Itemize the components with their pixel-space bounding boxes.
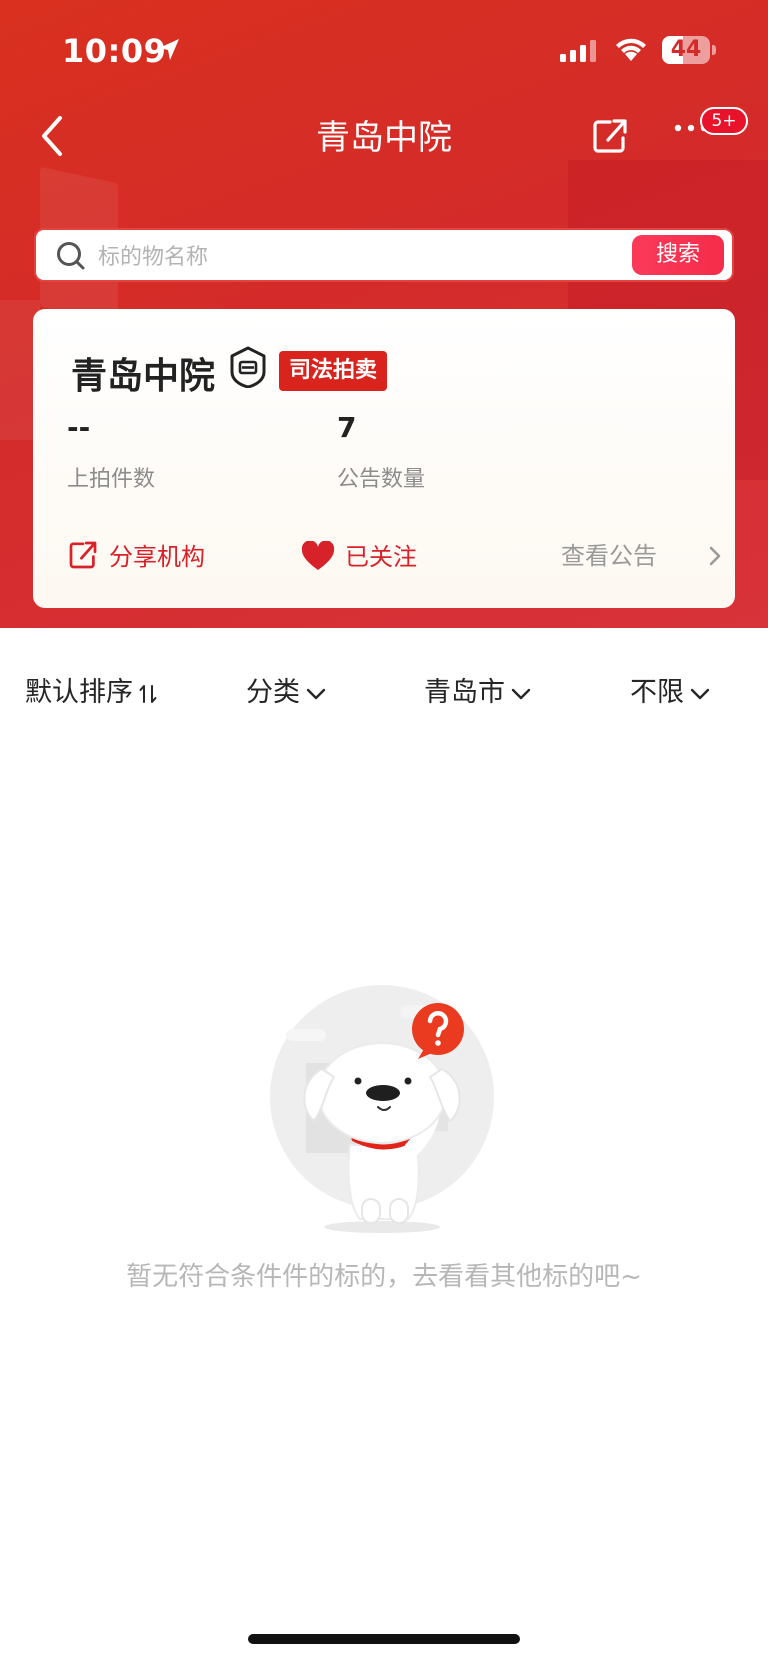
city-filter-label: 青岛市 <box>424 677 505 708</box>
judicial-auction-tag: 司法拍卖 <box>279 351 388 391</box>
organization-name: 青岛中院 <box>71 356 216 397</box>
sort-arrows-icon <box>139 684 157 703</box>
battery-indicator: 44 <box>662 36 716 64</box>
organization-card: 青岛中院 司法拍卖 -- 上拍件数 7 公告数量 分享机构 已关注 查看公告 <box>33 309 735 608</box>
chevron-down-icon <box>511 688 531 699</box>
chevron-down-icon <box>690 688 710 699</box>
stat-auction-count-label: 上拍件数 <box>67 467 156 492</box>
category-filter[interactable]: 分类 <box>246 670 326 709</box>
stat-auction-count-value: -- <box>67 411 91 444</box>
stat-notice-count-value: 7 <box>337 411 357 444</box>
sort-filter[interactable]: 默认排序 <box>25 670 157 709</box>
follow-button[interactable]: 已关注 <box>345 537 417 572</box>
cellular-signal-icon <box>560 40 596 62</box>
city-filter[interactable]: 青岛市 <box>424 670 531 709</box>
filter-bar: 默认排序 分类 青岛市 不限 <box>0 628 768 752</box>
location-arrow-icon <box>159 39 179 60</box>
sort-filter-label: 默认排序 <box>25 677 133 708</box>
status-bar: 10:09 44 <box>0 0 768 100</box>
wifi-icon <box>616 38 646 61</box>
empty-state-illustration <box>270 985 494 1233</box>
search-button[interactable]: 搜索 <box>632 235 724 275</box>
verified-shield-icon <box>230 346 266 388</box>
share-organization-button[interactable]: 分享机构 <box>109 537 205 572</box>
share-organization-icon[interactable] <box>67 539 99 571</box>
category-filter-label: 分类 <box>246 677 300 708</box>
search-bar: 搜索 <box>34 228 734 282</box>
share-icon[interactable] <box>590 116 630 156</box>
range-filter[interactable]: 不限 <box>630 670 710 709</box>
heart-icon[interactable] <box>301 541 335 571</box>
page-title: 青岛中院 <box>316 118 452 158</box>
search-input[interactable] <box>96 240 560 274</box>
home-indicator <box>248 1634 520 1644</box>
chevron-down-icon <box>306 688 326 699</box>
view-notice-link[interactable]: 查看公告 <box>561 536 657 571</box>
notification-badge: 5+ <box>700 107 748 135</box>
chevron-right-icon[interactable] <box>709 546 721 566</box>
search-icon <box>57 242 85 270</box>
range-filter-label: 不限 <box>630 677 684 708</box>
battery-percentage: 44 <box>670 37 702 62</box>
status-time: 10:09 <box>62 32 167 70</box>
stat-notice-count-label: 公告数量 <box>337 467 426 492</box>
empty-state-message: 暂无符合条件件的标的，去看看其他标的吧~ <box>126 1262 642 1292</box>
